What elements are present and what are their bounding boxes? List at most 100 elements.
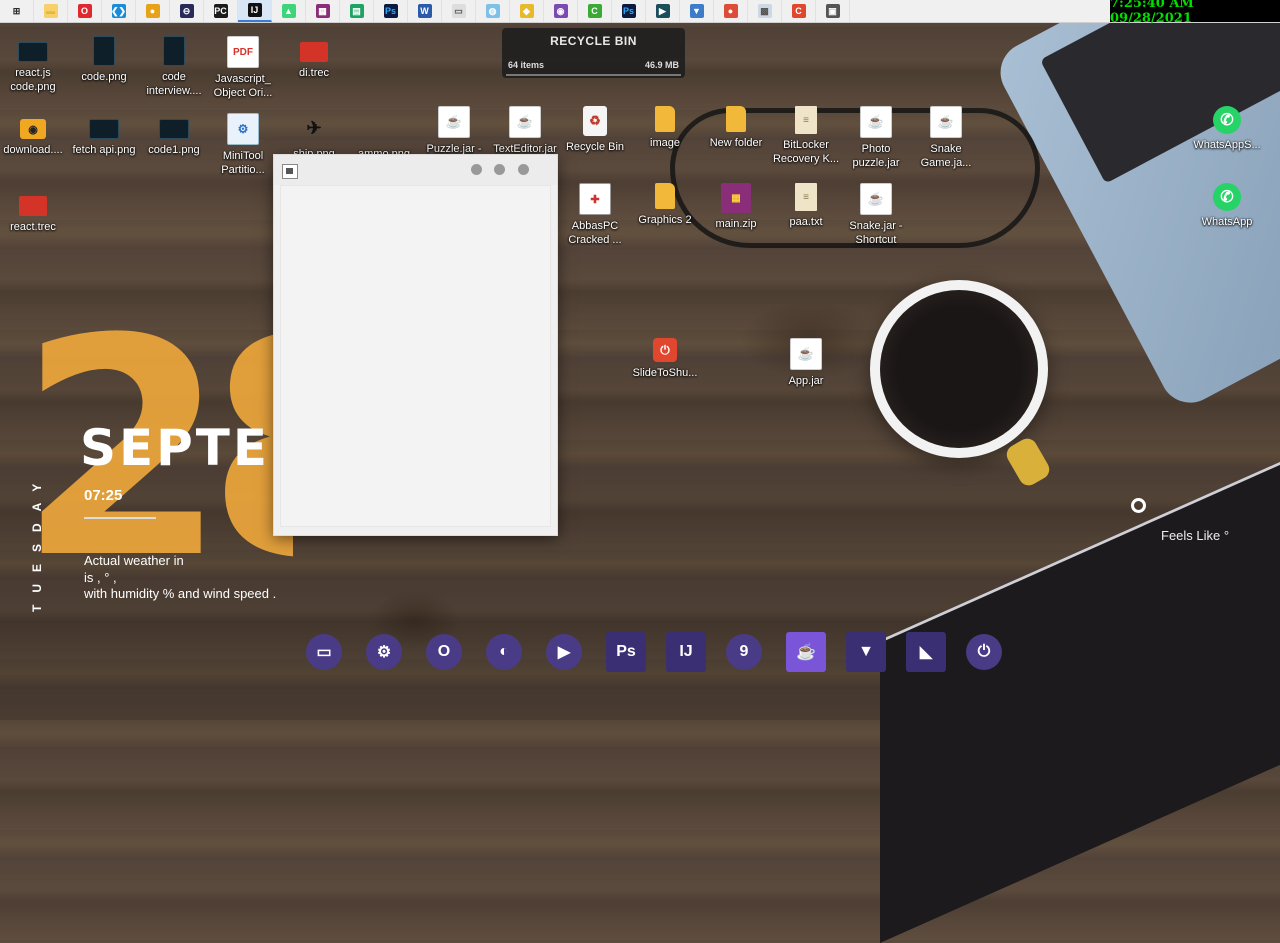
desktop-icon-code-interview[interactable]: code interview.... — [137, 36, 211, 98]
desktop-icon-label: App.jar — [788, 375, 824, 387]
taskbar-chrome2-button[interactable]: ● — [714, 0, 748, 22]
desktop-icon-recycle-bin[interactable]: ♻ Recycle Bin — [558, 106, 632, 154]
desktop-icon-label: Javascript_ Object Ori... — [213, 73, 273, 99]
taskbar-tor-button[interactable]: ◉ — [544, 0, 578, 22]
window-minimize-button[interactable] — [471, 164, 482, 175]
window-close-button[interactable] — [518, 164, 529, 175]
desktop-icon-code1-png[interactable]: code1.png — [137, 113, 211, 157]
taskbar-download-button[interactable]: ▼ — [680, 0, 714, 22]
taskbar-green-c-button[interactable]: C — [578, 0, 612, 22]
taskbar-word-button[interactable]: W — [408, 0, 442, 22]
desktop-icon-abbaspc-cracked[interactable]: ✚ AbbasPC Cracked ... — [558, 183, 632, 247]
taskbar-apps: ⊞ ▬ O ❮❯ ● ⊖ PC IJ ▲ ▦ ▤ Ps W ▭ ◍ ◆ ◉ C Ps ▶ ▼ ● ▩ C ▣ — [0, 0, 850, 22]
taskbar-java-app-button[interactable]: ▣ — [816, 0, 850, 22]
dock-download-icon[interactable]: ▼ — [846, 632, 886, 672]
dock-firefox-icon[interactable]: ◐ — [486, 634, 522, 670]
ship-png-file-icon: ✈ — [306, 117, 322, 138]
window-maximize-button[interactable] — [494, 164, 505, 175]
dock-vs-icon[interactable]: ◣ — [906, 632, 946, 672]
taskbar-vscode-button[interactable]: ❮❯ — [102, 0, 136, 22]
desktop-icon-react-trec[interactable]: react.trec — [0, 190, 70, 234]
taskbar-paint-button[interactable]: ◍ — [476, 0, 510, 22]
dock-opera-icon[interactable]: O — [426, 634, 462, 670]
taskbar-chrome-button[interactable]: ● — [136, 0, 170, 22]
window-app-icon — [282, 164, 298, 179]
desktop-icon-download[interactable]: ◉ download.... — [0, 113, 70, 157]
desktop-icon-bitlocker[interactable]: ≡ BitLocker Recovery K... — [769, 106, 843, 166]
abbaspc-cracked-file-icon: ✚ — [579, 183, 611, 215]
monitor-icon: ▶ — [655, 4, 670, 18]
taskbar-monitor-button[interactable]: ▶ — [646, 0, 680, 22]
desktop-icon-new-folder[interactable]: New folder — [699, 106, 773, 150]
desktop-icon-snake-jar-shortcut[interactable]: ☕ Snake.jar - Shortcut — [839, 183, 913, 247]
taskbar-winrar-button[interactable]: ▦ — [306, 0, 340, 22]
desktop-icon-paa-txt[interactable]: ≡ paa.txt — [769, 183, 843, 229]
dock-intellij-icon[interactable]: IJ — [666, 632, 706, 672]
taskbar-photoshop-button[interactable]: Ps — [374, 0, 408, 22]
taskbar-screenshot-button[interactable]: ▭ — [442, 0, 476, 22]
desktop-icon-javascript-object[interactable]: PDF Javascript_ Object Ori... — [206, 36, 280, 100]
taskbar-circle-app-button[interactable]: ⊖ — [170, 0, 204, 22]
desktop-icon-label: BitLocker Recovery K... — [772, 139, 840, 165]
taskbar-photoshop2-button[interactable]: Ps — [612, 0, 646, 22]
dock-youtube-icon[interactable]: ▶ — [546, 634, 582, 670]
desktop-icon-whatsapp[interactable]: ✆ WhatsApp — [1190, 183, 1264, 229]
desktop-icon-label: Snake.jar - Shortcut — [849, 220, 903, 246]
dock-files-icon[interactable]: ▭ — [306, 634, 342, 670]
desktop-icon-label: code1.png — [148, 144, 200, 156]
code-png-file-icon — [93, 36, 115, 66]
desktop-icon-texteditor-jar[interactable]: ☕ TextEditor.jar — [488, 106, 562, 156]
desktop-icon-app-jar[interactable]: ☕ App.jar — [769, 338, 843, 388]
javascript-object-file-icon: PDF — [227, 36, 259, 68]
taskbar-folder-yellow-button[interactable]: ◆ — [510, 0, 544, 22]
desktop-icon-photo-puzzle-jar[interactable]: ☕ Photo puzzle.jar — [839, 106, 913, 170]
taskbar-c-red-button[interactable]: C — [782, 0, 816, 22]
desktop-icon-puzzle-jar[interactable]: ☕ Puzzle.jar - — [417, 106, 491, 156]
taskbar-network-button[interactable]: ▩ — [748, 0, 782, 22]
word-icon: W — [417, 4, 432, 18]
opera-icon: O — [77, 4, 92, 18]
desktop-icon-slidetoshutdown[interactable]: ⏻ SlideToShu... — [628, 338, 702, 380]
taskbar-pycharm-button[interactable]: PC — [204, 0, 238, 22]
dock-power-icon[interactable]: ⏻ — [966, 634, 1002, 670]
window-titlebar[interactable] — [274, 155, 557, 185]
taskbar-start-button[interactable]: ⊞ — [0, 0, 34, 22]
desktop-icon-label: paa.txt — [789, 216, 823, 228]
taskbar-android-button[interactable]: ▲ — [272, 0, 306, 22]
dock-java-icon[interactable]: ☕ — [786, 632, 826, 672]
dock-9-icon[interactable]: 9 — [726, 634, 762, 670]
desktop-icon-fetch-api-png[interactable]: fetch api.png — [67, 113, 141, 157]
photoshop-icon: Ps — [383, 4, 398, 18]
intellij-icon: IJ — [247, 3, 262, 17]
desktop-icon-di-trec[interactable]: di.trec — [277, 36, 351, 80]
taskbar-opera-button[interactable]: O — [68, 0, 102, 22]
desktop-icon-graphics-2[interactable]: Graphics 2 — [628, 183, 702, 227]
app-window[interactable] — [273, 154, 558, 536]
dock-photoshop-icon[interactable]: Ps — [606, 632, 646, 672]
taskbar-clock[interactable]: 7:25:40 AM 09/28/2021 — [1110, 0, 1280, 26]
react-js-code-png-file-icon — [18, 42, 48, 62]
android-icon: ▲ — [281, 4, 296, 18]
taskbar-intellij-button[interactable]: IJ — [238, 0, 272, 22]
desktop-icon-minitool[interactable]: ⚙ MiniTool Partitio... — [206, 113, 280, 177]
app-jar-file-icon: ☕ — [790, 338, 822, 370]
desktop-icon-code-png[interactable]: code.png — [67, 36, 141, 84]
desktop-icon-snake-game-jar[interactable]: ☕ Snake Game.ja... — [909, 106, 983, 170]
whatsapps-file-icon: ✆ — [1213, 106, 1241, 134]
desktop-icon-label: image — [650, 137, 680, 149]
dock-settings-icon[interactable]: ⚙ — [366, 634, 402, 670]
recycle-bin-usage-bar — [506, 74, 681, 76]
taskbar-file-explorer-button[interactable]: ▬ — [34, 0, 68, 22]
start-icon: ⊞ — [12, 5, 21, 16]
desktop-icon-label: code interview.... — [146, 71, 202, 97]
sheets-icon: ▤ — [349, 4, 364, 18]
desktop-icon-image-folder[interactable]: image — [628, 106, 702, 150]
desktop-icon-main-zip[interactable]: ▦ main.zip — [699, 183, 773, 231]
desktop-icon-react-js-code-png[interactable]: react.js code.png — [0, 36, 70, 94]
fetch-api-png-file-icon — [89, 119, 119, 139]
recycle-bin-widget[interactable]: RECYCLE BIN 64 items 46.9 MB — [502, 28, 685, 78]
window-content-area[interactable] — [280, 185, 551, 527]
taskbar-sheets-button[interactable]: ▤ — [340, 0, 374, 22]
mug-handle-decoration — [1003, 434, 1053, 490]
desktop-icon-whatsapps[interactable]: ✆ WhatsAppS... — [1190, 106, 1264, 152]
